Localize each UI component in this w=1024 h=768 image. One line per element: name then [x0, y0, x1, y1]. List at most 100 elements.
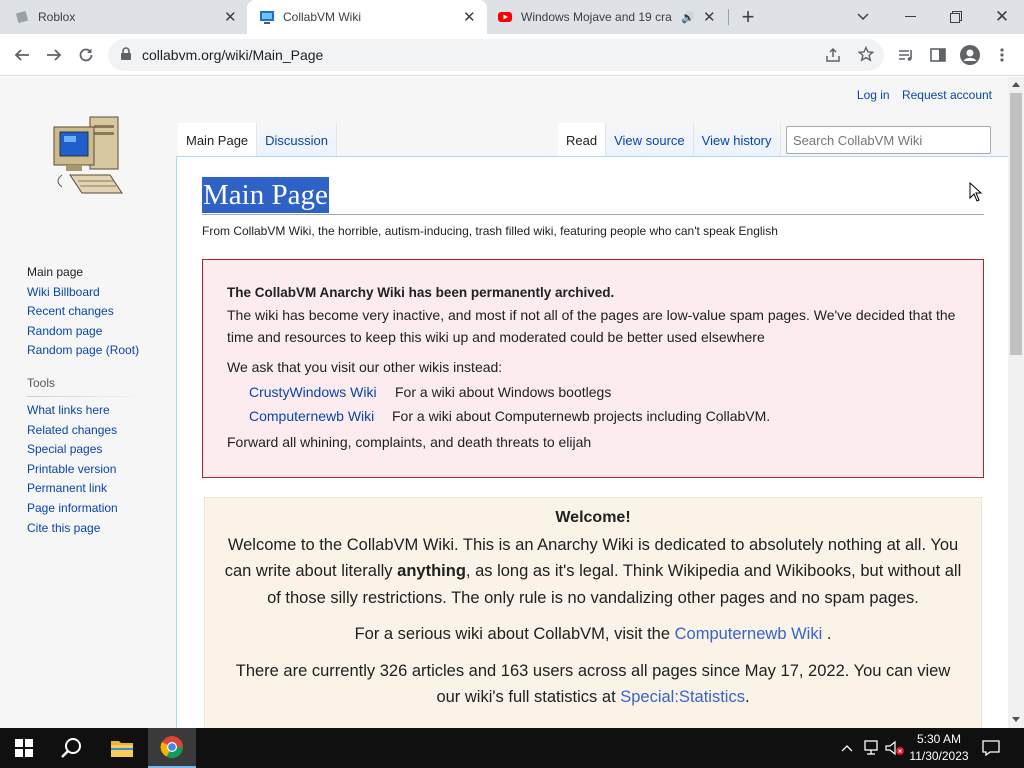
sidebar-item-permanent-link[interactable]: Permanent link [27, 479, 147, 499]
media-playlist-icon [899, 50, 912, 61]
menu-button[interactable] [986, 39, 1018, 71]
computernewb-wiki-link[interactable]: Computernewb Wiki [675, 625, 823, 643]
youtube-favicon-icon [498, 12, 512, 22]
sidebar-item-cite-this-page[interactable]: Cite this page [27, 519, 147, 539]
welcome-stats: There are currently 326 articles and 163… [205, 658, 981, 711]
view-tabs: Read View source View history [558, 123, 781, 157]
welcome-bold: anything [397, 562, 466, 580]
sidebar-item-recent-changes[interactable]: Recent changes [27, 302, 147, 322]
restore-button[interactable] [936, 0, 976, 34]
special-statistics-link[interactable]: Special:Statistics [620, 688, 745, 706]
sidebar-item-printable-version[interactable]: Printable version [27, 460, 147, 480]
chrome-icon [160, 736, 183, 759]
close-window-button[interactable]: ✕ [982, 0, 1022, 34]
login-link[interactable]: Log in [857, 88, 890, 102]
chevron-down-icon [857, 13, 869, 21]
side-panel-button[interactable] [922, 39, 954, 71]
reload-icon [79, 48, 93, 62]
tab-strip: Roblox ✕ CollabVM Wiki ✕ Windows Mojave … [0, 0, 1024, 34]
welcome-text: . [822, 625, 832, 643]
restore-icon [950, 11, 962, 23]
welcome-title: Welcome! [555, 509, 631, 526]
close-tab-icon[interactable]: ✕ [463, 8, 476, 26]
crustywindows-wiki-link[interactable]: CrustyWindows Wiki [249, 381, 395, 403]
search-button[interactable] [48, 728, 96, 768]
tools-divider [27, 395, 147, 397]
taskbar-clock[interactable]: 5:30 AM 11/30/2023 [906, 731, 972, 765]
tab-youtube[interactable]: Windows Mojave and 19 cra 🔊 ✕ [497, 0, 729, 34]
scroll-down-icon[interactable] [1012, 717, 1020, 722]
sidebar-item-wiki-billboard[interactable]: Wiki Billboard [27, 283, 147, 303]
tab-search-button[interactable] [848, 0, 878, 34]
welcome-text: For a serious wiki about CollabVM, visit… [354, 625, 675, 643]
search-icon [61, 738, 81, 758]
file-explorer-button[interactable] [98, 728, 146, 768]
request-account-link[interactable]: Request account [902, 88, 992, 102]
action-center-button[interactable] [976, 728, 1006, 768]
taskbar: 5:30 AM 11/30/2023 [0, 728, 1024, 768]
lock-icon[interactable] [120, 47, 132, 61]
sidebar-item-random-page[interactable]: Random page [27, 322, 147, 342]
plus-icon: + [741, 4, 755, 29]
sidebar-item-main-page[interactable]: Main page [27, 263, 147, 283]
star-icon[interactable] [858, 46, 874, 62]
close-tab-icon[interactable]: ✕ [224, 8, 237, 26]
show-hidden-icons-button[interactable] [836, 728, 858, 768]
back-button[interactable] [6, 39, 38, 71]
clock-date: 11/30/2023 [909, 749, 969, 763]
url-text[interactable]: collabvm.org/wiki/Main_Page [142, 47, 323, 63]
sidebar-item-what-links-here[interactable]: What links here [27, 401, 147, 421]
avatar-icon [960, 45, 980, 65]
computer-logo-icon[interactable] [48, 113, 128, 199]
arrow-left-icon [14, 49, 29, 61]
tab-roblox[interactable]: Roblox ✕ [14, 0, 246, 34]
network-icon [864, 740, 878, 755]
close-icon: ✕ [994, 7, 1010, 26]
side-panel-icon [930, 48, 946, 62]
tab-title: Roblox [38, 10, 76, 24]
start-button[interactable] [0, 728, 48, 768]
tab-read[interactable]: Read [558, 123, 607, 157]
arrow-right-icon [47, 49, 62, 61]
computer-favicon-icon [260, 11, 274, 24]
volume-button[interactable] [884, 728, 906, 768]
computernewb-wiki-link[interactable]: Computernewb Wiki [249, 405, 392, 427]
reload-button[interactable] [70, 39, 102, 71]
sidebar: Main page Wiki Billboard Recent changes … [27, 263, 147, 538]
title-underline [202, 214, 984, 215]
speaker-icon[interactable]: 🔊 [681, 11, 695, 24]
sidebar-item-related-changes[interactable]: Related changes [27, 421, 147, 441]
minimize-icon [904, 16, 916, 17]
welcome-text: . [744, 688, 750, 706]
tools-heading: Tools [27, 375, 56, 390]
tab-main-page[interactable]: Main Page [178, 123, 258, 157]
tab-view-history[interactable]: View history [693, 123, 781, 157]
search-input[interactable]: Search CollabVM Wiki [786, 126, 991, 154]
wiki-description: For a wiki about Windows bootlegs [395, 384, 612, 400]
tab-title: Windows Mojave and 19 cra [521, 10, 672, 24]
profile-button[interactable] [954, 39, 986, 71]
scroll-up-icon[interactable] [1012, 82, 1020, 87]
sidebar-item-page-information[interactable]: Page information [27, 499, 147, 519]
clock-time: 5:30 AM [916, 732, 962, 746]
wiki-description: For a wiki about Computernewb projects i… [392, 408, 771, 424]
page-scrollbar[interactable] [1008, 77, 1024, 728]
share-icon[interactable] [825, 47, 841, 63]
tab-discussion[interactable]: Discussion [257, 123, 338, 157]
reading-list-button[interactable] [890, 39, 922, 71]
namespace-tabs: Main Page Discussion [178, 123, 338, 157]
minimize-button[interactable] [890, 0, 930, 34]
new-tab-button[interactable]: + [734, 0, 762, 34]
tab-collabvm-wiki[interactable]: CollabVM Wiki ✕ [247, 0, 487, 34]
sidebar-item-special-pages[interactable]: Special pages [27, 440, 147, 460]
close-tab-icon[interactable]: ✕ [703, 8, 716, 26]
forward-button[interactable] [38, 39, 70, 71]
sidebar-item-random-page-root[interactable]: Random page (Root) [27, 341, 147, 361]
volume-muted-icon [885, 740, 904, 756]
chrome-taskbar-button[interactable] [148, 728, 196, 768]
address-bar[interactable]: collabvm.org/wiki/Main_Page [108, 39, 884, 71]
tab-view-source[interactable]: View source [606, 123, 694, 157]
scrollbar-thumb[interactable] [1010, 93, 1022, 355]
network-button[interactable] [860, 728, 882, 768]
notice-ask: We ask that you visit our other wikis in… [227, 359, 503, 375]
